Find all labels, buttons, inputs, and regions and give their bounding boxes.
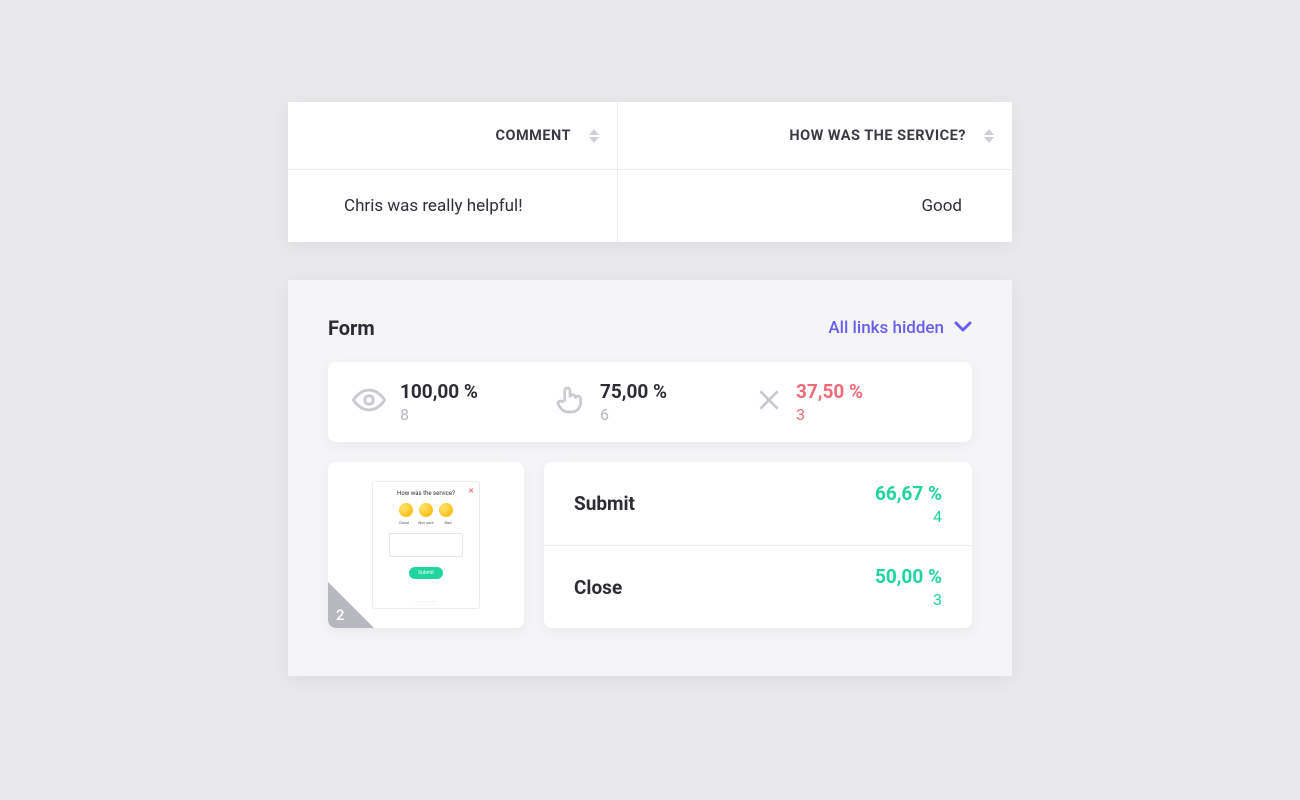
- sort-icon[interactable]: [984, 129, 994, 143]
- eye-icon: [352, 383, 386, 421]
- close-icon: [756, 387, 782, 417]
- mini-form-preview: ✕ How was the service? Good Not sure Bad…: [372, 481, 480, 609]
- stat-views: 100,00 % 8: [352, 380, 544, 424]
- closes-count: 3: [796, 405, 863, 424]
- column-label: COMMENT: [495, 127, 571, 144]
- pointer-icon: [554, 384, 586, 420]
- clicks-percent: 75,00 %: [600, 380, 667, 403]
- table-header: COMMENT HOW WAS THE SERVICE?: [288, 102, 1012, 170]
- emoji-bad-icon: [439, 503, 453, 517]
- links-visibility-toggle[interactable]: All links hidden: [828, 318, 972, 338]
- column-header-comment[interactable]: COMMENT: [288, 102, 618, 169]
- views-percent: 100,00 %: [400, 380, 478, 403]
- emoji-good-icon: [399, 503, 413, 517]
- action-row-close[interactable]: Close 50,00 % 3: [544, 545, 972, 628]
- action-label: Close: [574, 576, 622, 599]
- table-row[interactable]: Chris was really helpful! Good: [288, 170, 1012, 242]
- form-preview-card[interactable]: ✕ How was the service? Good Not sure Bad…: [328, 462, 524, 628]
- column-label: HOW WAS THE SERVICE?: [789, 127, 966, 144]
- chevron-down-icon: [954, 318, 972, 338]
- action-percent: 66,67 %: [875, 482, 942, 505]
- views-count: 8: [400, 405, 478, 424]
- cell-comment: Chris was really helpful!: [288, 170, 618, 242]
- mini-option-label: Bad: [439, 520, 457, 525]
- mini-footer: ·····················: [373, 599, 479, 604]
- panel-title: Form: [328, 316, 375, 340]
- action-percent: 50,00 %: [875, 565, 942, 588]
- stat-closes: 37,50 % 3: [756, 380, 948, 424]
- actions-breakdown-card: Submit 66,67 % 4 Close 50,00 % 3: [544, 462, 972, 628]
- mini-submit-button: Submit: [409, 567, 443, 579]
- closes-percent: 37,50 %: [796, 380, 863, 403]
- sort-icon[interactable]: [589, 129, 599, 143]
- action-count: 4: [875, 507, 942, 526]
- preview-badge: 2: [336, 606, 345, 624]
- panel-header: Form All links hidden: [328, 316, 972, 340]
- mini-option-label: Not sure: [417, 520, 435, 525]
- action-count: 3: [875, 590, 942, 609]
- form-analytics-panel: Form All links hidden 100,00 % 8 75,00 %: [288, 280, 1012, 676]
- responses-table: COMMENT HOW WAS THE SERVICE? Chris was r…: [288, 102, 1012, 242]
- mini-close-icon: ✕: [468, 487, 474, 495]
- emoji-neutral-icon: [419, 503, 433, 517]
- stat-clicks: 75,00 % 6: [554, 380, 746, 424]
- clicks-count: 6: [600, 405, 667, 424]
- column-header-service[interactable]: HOW WAS THE SERVICE?: [618, 102, 1012, 169]
- action-row-submit[interactable]: Submit 66,67 % 4: [544, 462, 972, 545]
- mini-option-label: Good: [395, 520, 413, 525]
- action-label: Submit: [574, 492, 635, 515]
- mini-title: How was the service?: [379, 490, 473, 497]
- mini-textarea: [389, 533, 463, 557]
- summary-stats-card: 100,00 % 8 75,00 % 6 37,50 % 3: [328, 362, 972, 442]
- toggle-label: All links hidden: [828, 318, 944, 338]
- cell-service: Good: [618, 170, 1012, 242]
